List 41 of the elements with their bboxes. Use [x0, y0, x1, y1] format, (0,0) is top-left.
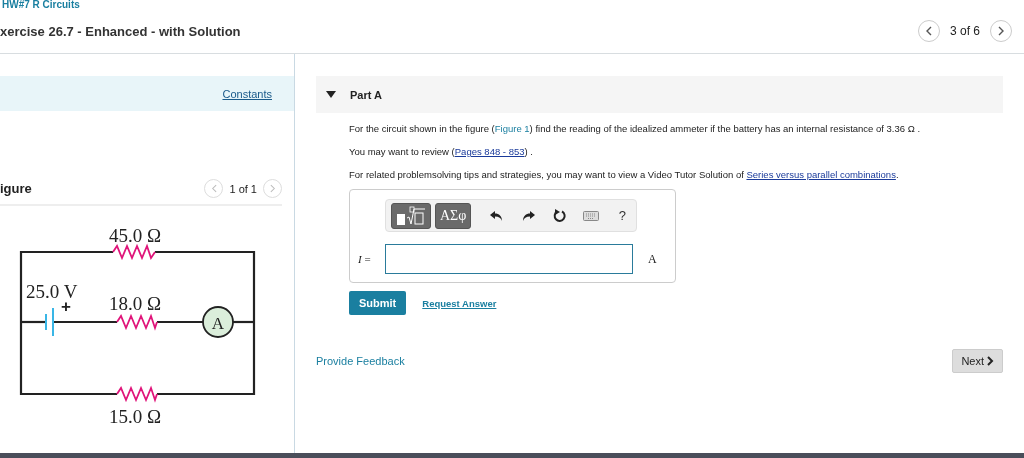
constants-link[interactable]: Constants [222, 87, 272, 100]
resistor-symbol [112, 243, 156, 261]
question-text: For the circuit shown in the figure (Figure 1) find the reading of the idealized ammeter if the battery has an internal resistance of 3.36 Ω . [349, 122, 922, 135]
templates-button[interactable] [391, 202, 431, 229]
resistor-symbol [116, 313, 158, 331]
breadcrumb[interactable]: HW#7 R Circuits [0, 0, 1024, 10]
undo-icon [490, 209, 504, 222]
figure-counter: 1 of 1 [229, 182, 257, 195]
symbols-button[interactable]: ΑΣφ [435, 202, 472, 229]
question-text: For related problemsolving tips and strategies, you may want to view a Video Tutor Solution of Series versus parallel combinations. [349, 168, 900, 181]
chevron-left-icon [210, 184, 217, 193]
resistance-label: 18.0 Ω [108, 293, 162, 314]
radical-icon [396, 205, 426, 226]
reset-icon [552, 208, 567, 223]
keyboard-icon [583, 210, 599, 221]
feedback-link[interactable]: Provide Feedback [316, 355, 405, 367]
redo-icon [521, 209, 536, 222]
reference-link[interactable]: Series versus parallel combinations [746, 169, 896, 180]
part-title: Part A [350, 88, 382, 101]
chevron-right-icon [987, 356, 994, 366]
exercise-title: xercise 26.7 - Enhanced - with Solution [0, 23, 241, 39]
next-button[interactable]: Next [952, 349, 1003, 373]
page-counter: 3 of 6 [949, 24, 980, 38]
ammeter-label: A [211, 314, 225, 333]
unit-label: A [648, 251, 657, 267]
variable-label: I = [358, 253, 372, 265]
help-button[interactable]: ? [608, 202, 636, 229]
resistance-label: 15.0 Ω [108, 406, 162, 427]
figure-heading: igure [0, 181, 32, 196]
resistance-label: 45.0 Ω [108, 225, 162, 246]
part-header[interactable]: Part A [316, 76, 1003, 113]
question-text: You may want to review (Pages 848 - 853) . [349, 145, 534, 158]
chevron-right-icon [269, 184, 276, 193]
answer-field[interactable] [385, 244, 633, 274]
chevron-right-icon [997, 26, 1005, 36]
resistor-symbol [116, 385, 158, 403]
chevron-left-icon [925, 26, 933, 36]
request-answer-link[interactable]: Request Answer [422, 297, 497, 309]
ammeter-circle [202, 306, 234, 338]
submit-button[interactable]: Submit [349, 291, 407, 315]
battery-symbol [45, 307, 54, 337]
